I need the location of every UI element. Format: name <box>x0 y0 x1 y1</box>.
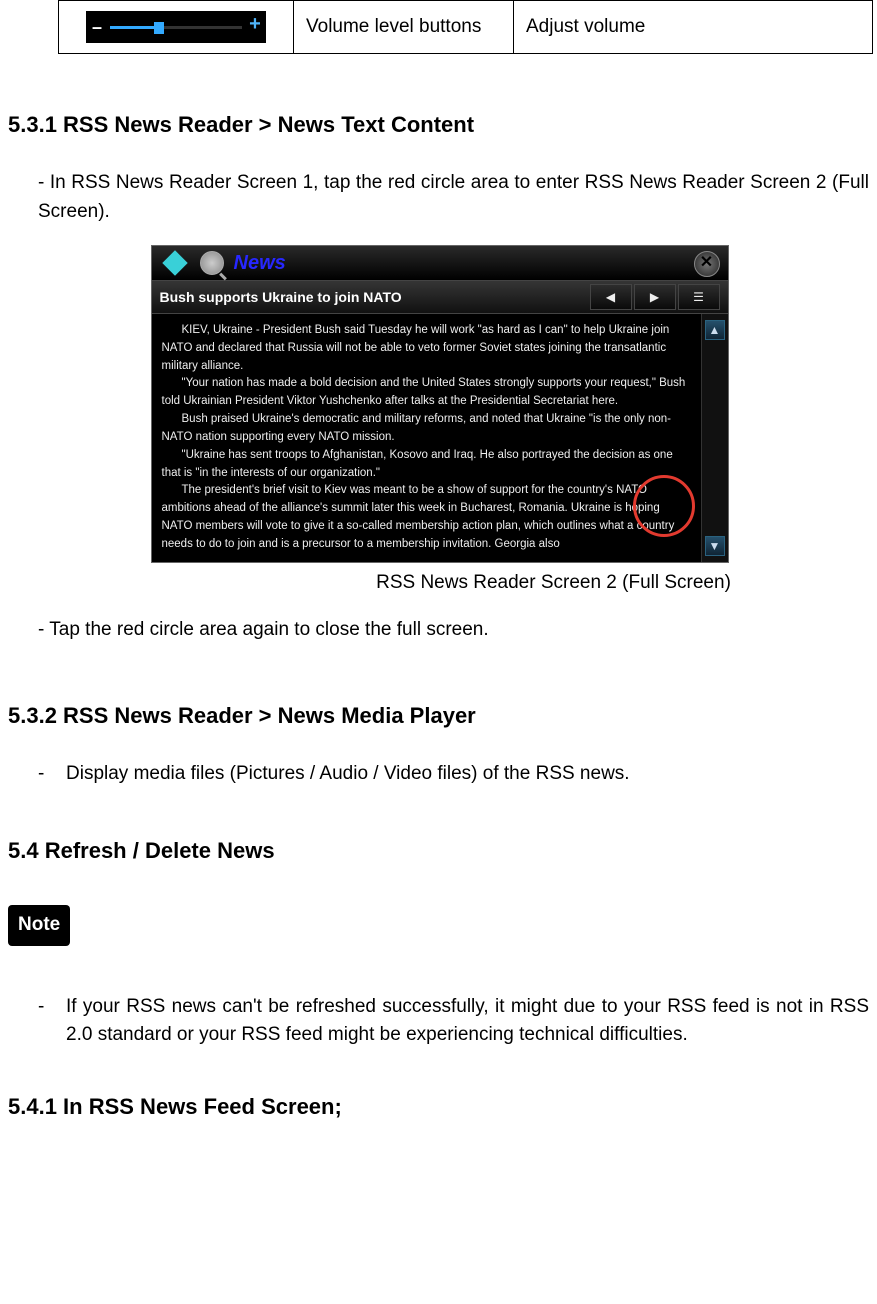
note-badge: Note <box>8 905 70 946</box>
rss-reader-screenshot: News ✕ Bush supports Ukraine to join NAT… <box>151 245 727 563</box>
heading-5-3-2: 5.3.2 RSS News Reader > News Media Playe… <box>8 699 869 732</box>
para-5-3-1-b: - Tap the red circle area again to close… <box>38 616 869 645</box>
screenshot-caption: RSS News Reader Screen 2 (Full Screen) <box>238 569 869 598</box>
scrollbar[interactable]: ▲ ▼ <box>701 314 728 562</box>
search-icon[interactable] <box>200 251 224 275</box>
control-name-cell: Volume level buttons <box>294 1 514 54</box>
screenshot-titlebar: News ✕ <box>152 246 728 280</box>
heading-5-3-1: 5.3.1 RSS News Reader > News Text Conten… <box>8 108 869 141</box>
heading-5-4-1: 5.4.1 In RSS News Feed Screen; <box>8 1090 869 1123</box>
close-icon[interactable]: ✕ <box>694 251 720 277</box>
plus-icon: + <box>248 17 262 31</box>
para-5-3-1-a: - In RSS News Reader Screen 1, tap the r… <box>38 169 869 226</box>
article-para: The president's brief visit to Kiev was … <box>162 482 691 553</box>
news-title-label: News <box>234 248 286 278</box>
volume-control-cell: – + <box>59 1 294 54</box>
para-5-3-2: -Display media files (Pictures / Audio /… <box>38 760 869 789</box>
article-para: "Ukraine has sent troops to Afghanistan,… <box>162 447 691 483</box>
scroll-down-icon[interactable]: ▼ <box>705 536 725 556</box>
next-article-icon[interactable]: ▶ <box>634 284 676 310</box>
para-5-3-2-text: Display media files (Pictures / Audio / … <box>66 763 630 784</box>
controls-table: – + Volume level buttons Adjust volume <box>58 0 873 54</box>
prev-article-icon[interactable]: ◀ <box>590 284 632 310</box>
para-5-4: -If your RSS news can't be refreshed suc… <box>38 993 869 1050</box>
article-body: KIEV, Ukraine - President Bush said Tues… <box>152 314 701 562</box>
home-icon[interactable] <box>162 250 187 275</box>
article-para: "Your nation has made a bold decision an… <box>162 375 691 411</box>
article-para: Bush praised Ukraine's democratic and mi… <box>162 411 691 447</box>
heading-5-4: 5.4 Refresh / Delete News <box>8 834 869 867</box>
screenshot-headline-bar: Bush supports Ukraine to join NATO ◀ ▶ ☰ <box>152 280 728 314</box>
list-view-icon[interactable]: ☰ <box>678 284 720 310</box>
minus-icon: – <box>90 20 104 34</box>
volume-slider-graphic: – + <box>86 11 266 43</box>
scroll-up-icon[interactable]: ▲ <box>705 320 725 340</box>
control-desc-cell: Adjust volume <box>514 1 873 54</box>
article-para: KIEV, Ukraine - President Bush said Tues… <box>162 322 691 375</box>
para-5-4-text: If your RSS news can't be refreshed succ… <box>66 996 869 1046</box>
article-headline: Bush supports Ukraine to join NATO <box>160 287 402 308</box>
